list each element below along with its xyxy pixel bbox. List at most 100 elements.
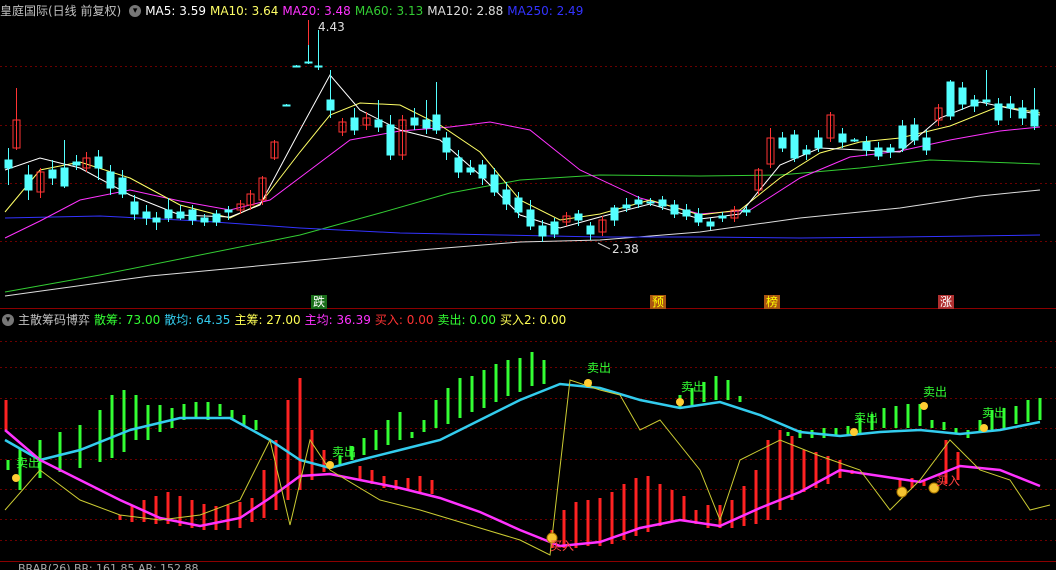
candle-body (212, 213, 221, 223)
sell-signal-icon (326, 461, 334, 469)
candle-body (490, 174, 499, 193)
moving-average-lines (4, 74, 1041, 297)
candle-body (982, 99, 991, 103)
sell-signal-label: 卖出 (982, 406, 1007, 420)
candle-body (586, 225, 595, 235)
series-line (4, 429, 1041, 548)
candle-body (706, 221, 715, 227)
candlesticks[interactable] (4, 20, 1039, 250)
candle-body (790, 134, 799, 159)
candle-body (442, 137, 451, 153)
sell-signal-icon (584, 379, 592, 387)
event-marker-rise[interactable]: 涨 (938, 295, 955, 309)
candle-body (106, 171, 115, 189)
candle-body (422, 119, 431, 129)
event-marker-list[interactable]: 榜 (764, 295, 781, 309)
candle-body (538, 225, 547, 237)
candle-body (682, 209, 691, 217)
candle-body (164, 209, 173, 219)
candle-body (658, 199, 667, 207)
candle-body (1006, 103, 1015, 109)
candle-body (1030, 109, 1039, 127)
candle-body (130, 201, 139, 215)
candle-body (610, 207, 619, 221)
candle-body (118, 177, 127, 195)
candle-body (694, 213, 703, 223)
candle-body (646, 201, 655, 204)
candle-body (350, 117, 359, 131)
candle-body (778, 137, 787, 149)
sell-signal-label: 卖出 (587, 361, 612, 375)
candle-body (386, 124, 395, 156)
candle-body (24, 174, 33, 191)
candle-body (802, 149, 811, 155)
candle-body (478, 164, 487, 179)
sell-signal-icon (676, 398, 684, 406)
candle-body (550, 221, 559, 235)
sell-signal-icon (980, 424, 988, 432)
candle-body (838, 133, 847, 143)
candle-body (958, 87, 967, 105)
candle-body (282, 104, 291, 107)
candle-body (292, 65, 301, 68)
sell-signal-label: 卖出 (923, 385, 948, 399)
candle-body (670, 204, 679, 215)
chart-canvas[interactable] (0, 0, 1056, 569)
candle-body (374, 119, 383, 128)
candle-body (574, 213, 583, 221)
candle-body (502, 189, 511, 205)
candle-body (224, 209, 233, 213)
candle-body (1018, 107, 1027, 119)
candle-body (970, 99, 979, 107)
gridlines (0, 66, 1056, 541)
candle-body (898, 125, 907, 149)
candle-body (526, 209, 535, 227)
candle-body (814, 137, 823, 149)
series-line (4, 159, 1041, 293)
candle-body (142, 211, 151, 219)
candle-body (466, 167, 475, 173)
candle-body (634, 199, 643, 205)
series-line (4, 379, 1051, 556)
candle-body (200, 217, 209, 223)
sell-signal-label: 卖出 (681, 380, 706, 394)
candle-body (922, 137, 931, 151)
candle-body (432, 114, 441, 131)
event-marker-forecast[interactable]: 预 (650, 295, 667, 309)
candle-body (48, 169, 57, 179)
sell-signal-label: 卖出 (16, 456, 41, 470)
candle-body (886, 147, 895, 153)
candle-body (326, 99, 335, 111)
candle-body (152, 217, 161, 223)
candle-body (94, 156, 103, 169)
candle-body (874, 147, 883, 157)
event-marker-fall[interactable]: 跌 (311, 295, 328, 309)
candle-body (946, 81, 955, 117)
candle-body (622, 204, 631, 209)
candle-body (910, 124, 919, 141)
candle-body (862, 141, 871, 151)
buy-signal-label: 买入 (936, 474, 961, 488)
candle-body (72, 161, 81, 166)
sell-signal-label: 卖出 (332, 445, 357, 459)
price-high-label: 4.43 (318, 20, 345, 34)
low-pointer (597, 242, 611, 250)
sell-signal-icon (850, 428, 858, 436)
candle-body (514, 197, 523, 213)
candle-body (994, 103, 1003, 121)
sell-signal-icon (920, 402, 928, 410)
candle-body (454, 157, 463, 173)
candle-body (410, 117, 419, 126)
candle-body (850, 139, 859, 142)
indicator-lines (4, 379, 1051, 556)
candle-body (60, 167, 69, 187)
buy-signal-icon (896, 486, 908, 498)
buy-signal-label: 买入 (550, 539, 575, 553)
sell-signal-icon (12, 474, 20, 482)
candle-body (4, 159, 13, 169)
candle-body (176, 211, 185, 219)
price-low-label: 2.38 (612, 242, 639, 256)
candle-body (304, 61, 313, 64)
candle-body (314, 65, 323, 68)
candle-body (188, 209, 197, 221)
